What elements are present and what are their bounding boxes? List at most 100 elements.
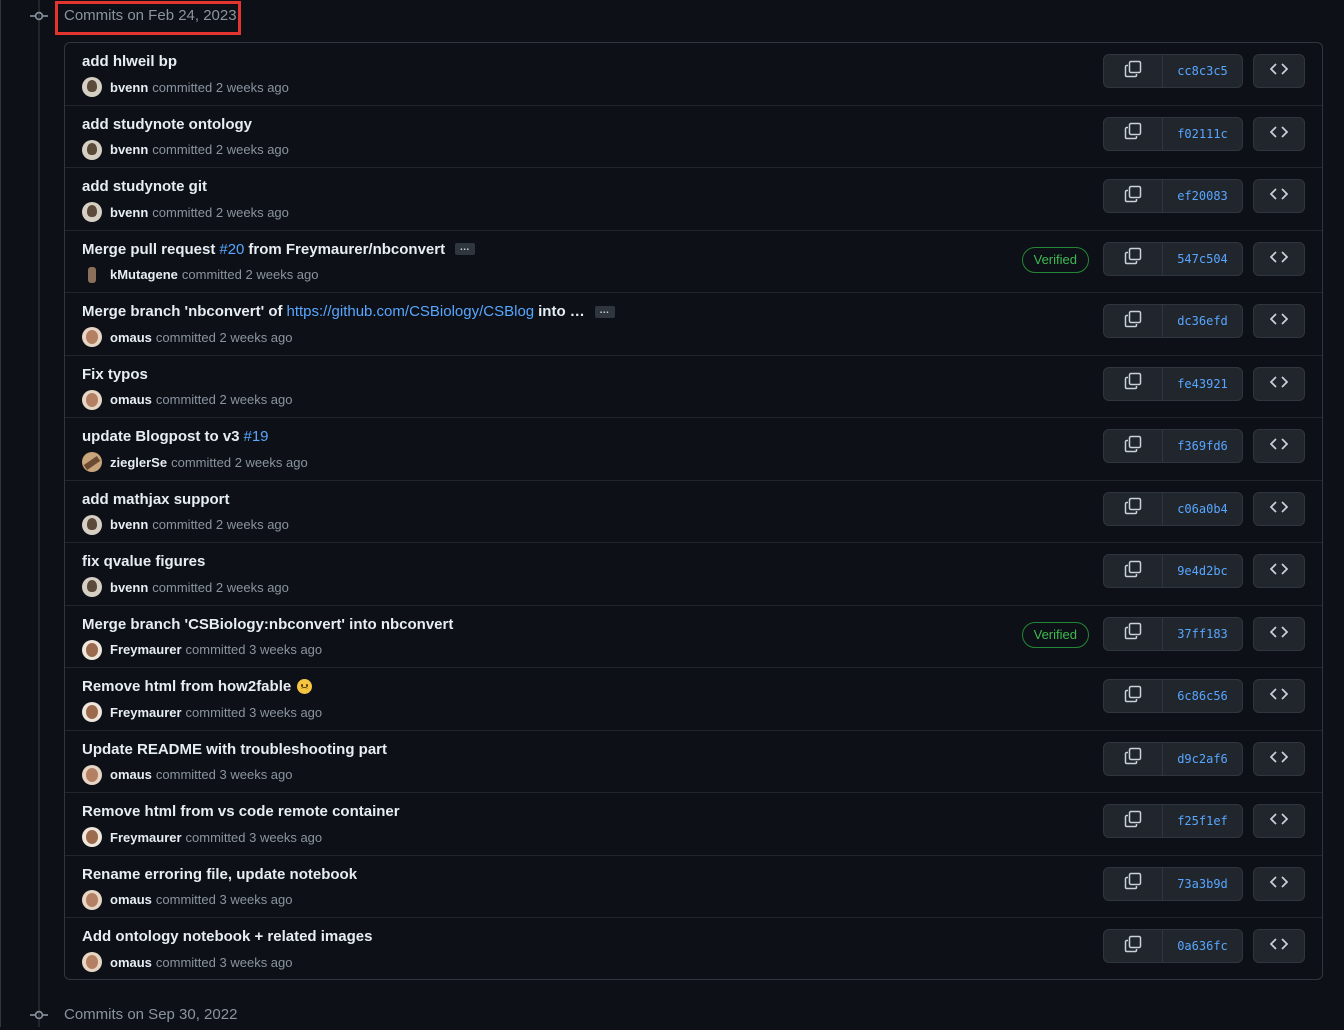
commit-sha-link[interactable]: f369fd6 [1163,430,1242,462]
commit-message[interactable]: add mathjax support [82,491,230,508]
verified-badge[interactable]: Verified [1021,621,1089,648]
browse-repo-button[interactable] [1253,929,1305,963]
commit-author-link[interactable]: Freymaurer [110,830,182,845]
commit-author-link[interactable]: bvenn [110,580,148,595]
avatar[interactable] [82,514,102,535]
commit-sha-link[interactable]: 37ff183 [1163,618,1242,650]
copy-sha-button[interactable] [1104,55,1163,87]
commit-author-link[interactable]: bvenn [110,142,148,157]
browse-repo-button[interactable] [1253,616,1305,651]
commit-message[interactable]: Update README with troubleshooting part [82,741,387,758]
browse-repo-button[interactable] [1253,866,1305,901]
commit-message[interactable]: add studynote git [82,178,207,195]
commit-message[interactable]: Rename erroring file, update notebook [82,866,357,883]
commit-message[interactable]: Merge branch 'CSBiology:nbconvert' into … [82,616,453,633]
commit-sha-link[interactable]: 0a636fc [1163,930,1242,962]
commit-author-link[interactable]: omaus [110,892,152,907]
browse-repo-button[interactable] [1253,804,1305,838]
copy-sha-button[interactable] [1104,867,1163,900]
commit-message[interactable]: add hlweil bp [82,53,177,70]
commit-author-link[interactable]: omaus [110,955,152,970]
avatar[interactable] [82,952,102,972]
copy-sha-button[interactable] [1104,180,1163,212]
commit-message[interactable]: Merge pull request #20 from Freymaurer/nbc… [82,241,476,258]
copy-sha-button[interactable] [1104,555,1163,587]
browse-repo-button[interactable] [1253,116,1305,151]
commit-message[interactable]: update Blogpost to v3 #19 [82,428,273,445]
commit-sha-link[interactable]: 6c86c56 [1163,680,1242,712]
commit-author-link[interactable]: Freymaurer [110,705,182,720]
avatar[interactable] [82,202,102,222]
avatar[interactable] [82,77,102,97]
browse-repo-button[interactable] [1253,429,1305,463]
commit-author-link[interactable]: omaus [110,392,152,407]
avatar[interactable] [82,327,102,347]
commit-message[interactable]: add studynote ontology [82,116,252,133]
commit-author-link[interactable]: bvenn [110,517,148,532]
browse-repo-button[interactable] [1253,554,1305,588]
copy-sha-button[interactable] [1104,242,1163,275]
verified-badge[interactable]: Verified [1021,246,1089,273]
avatar[interactable] [82,639,102,660]
commit-message-link[interactable]: #19 [244,428,269,445]
copy-sha-button[interactable] [1104,930,1163,962]
commit-author-link[interactable]: bvenn [110,205,148,220]
avatar[interactable] [82,139,102,160]
commit-message[interactable]: Remove html from how2fable [82,678,313,695]
commit-sha-link[interactable]: f02111c [1163,118,1242,150]
copy-sha-button[interactable] [1104,492,1163,525]
browse-repo-button[interactable] [1253,179,1305,213]
commit-sha-link[interactable]: 547c504 [1163,243,1242,275]
avatar[interactable] [82,452,102,472]
browse-repo-button[interactable] [1253,366,1305,401]
commit-message[interactable]: Merge branch 'nbconvert' of https://githu… [82,303,615,320]
commit-message[interactable]: fix qvalue figures [82,553,205,570]
copy-icon [1124,122,1142,145]
browse-repo-button[interactable] [1253,241,1305,276]
copy-sha-button[interactable] [1104,430,1163,462]
commit-message-link[interactable]: https://github.com/CSBiology/CSBlog [287,303,535,320]
browse-repo-button[interactable] [1253,304,1305,338]
commit-message-link[interactable]: #20 [219,241,244,258]
commit-author-link[interactable]: omaus [110,767,152,782]
avatar[interactable] [82,889,102,910]
commit-message[interactable]: Fix typos [82,366,148,383]
commit-author-link[interactable]: zieglerSe [110,455,167,470]
code-icon [1269,625,1289,643]
copy-sha-button[interactable] [1104,617,1163,650]
expand-message-button[interactable]: … [594,305,615,318]
commit-message[interactable]: Remove html from vs code remote containe… [82,803,400,820]
commit-sha-link[interactable]: 9e4d2bc [1163,555,1242,587]
commit-message[interactable]: Add ontology notebook + related images [82,928,372,945]
copy-sha-button[interactable] [1104,305,1163,337]
commit-author-link[interactable]: bvenn [110,80,148,95]
copy-sha-button[interactable] [1104,117,1163,150]
browse-repo-button[interactable] [1253,741,1305,776]
commit-row: Rename erroring file, update notebook oma… [65,856,1322,918]
commit-author-link[interactable]: Freymaurer [110,642,182,657]
avatar[interactable] [82,702,102,722]
avatar[interactable] [82,827,102,847]
commit-sha-link[interactable]: c06a0b4 [1163,493,1242,525]
commit-sha-link[interactable]: ef20083 [1163,180,1242,212]
browse-repo-button[interactable] [1253,491,1305,526]
avatar[interactable] [82,264,102,285]
avatar[interactable] [82,764,102,785]
copy-sha-button[interactable] [1104,367,1163,400]
copy-sha-button[interactable] [1104,805,1163,837]
copy-sha-button[interactable] [1104,742,1163,775]
commit-sha-link[interactable]: fe43921 [1163,368,1242,400]
commit-author-link[interactable]: kMutagene [110,267,178,282]
commit-sha-link[interactable]: f25f1ef [1163,805,1242,837]
commit-author-link[interactable]: omaus [110,330,152,345]
avatar[interactable] [82,389,102,410]
avatar[interactable] [82,577,102,597]
expand-message-button[interactable]: … [455,243,476,255]
browse-repo-button[interactable] [1253,54,1305,88]
browse-repo-button[interactable] [1253,679,1305,713]
copy-sha-button[interactable] [1104,680,1163,712]
commit-sha-link[interactable]: 73a3b9d [1163,868,1242,900]
commit-sha-link[interactable]: dc36efd [1163,305,1242,337]
commit-sha-link[interactable]: d9c2af6 [1163,743,1242,775]
commit-sha-link[interactable]: cc8c3c5 [1163,55,1242,87]
